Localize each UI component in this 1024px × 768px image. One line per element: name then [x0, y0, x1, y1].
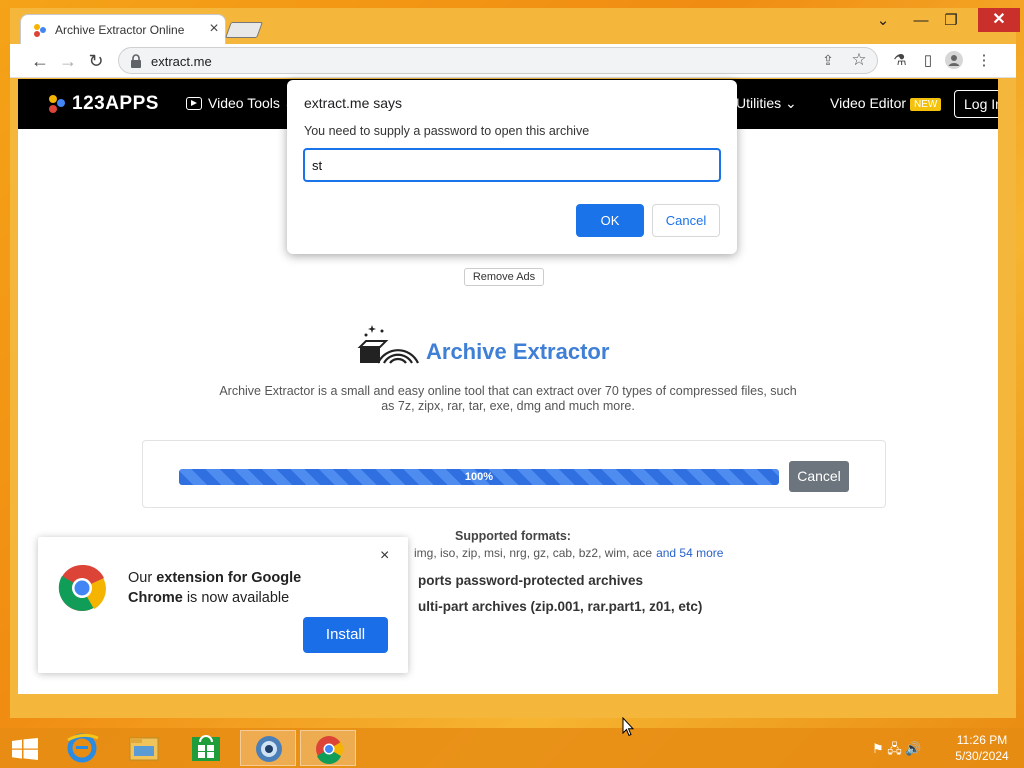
tab-close-icon[interactable]: × — [205, 19, 223, 39]
progress-panel: 100% Cancel — [142, 440, 886, 508]
popup-message: Our extension for Google Chrome is now a… — [128, 568, 338, 608]
video-play-icon — [186, 97, 202, 110]
password-input[interactable] — [303, 148, 721, 182]
close-window-button[interactable]: ✕ — [978, 8, 1020, 32]
clock-time: 11:26 PM — [956, 733, 1008, 747]
progress-bar: 100% — [179, 469, 779, 485]
tab-strip: Archive Extractor Online × ⌄ — ❐ ✕ — [10, 8, 1020, 44]
app-favicon-icon — [34, 24, 46, 37]
extension-promo-popup: Our extension for Google Chrome is now a… — [38, 537, 408, 673]
supported-formats-title: Supported formats: — [455, 529, 571, 543]
minimize-button[interactable]: — — [906, 10, 936, 34]
tab-search-icon[interactable]: ⌄ — [868, 10, 898, 34]
login-button[interactable]: Log In — [954, 90, 998, 118]
logo-dots-icon — [49, 95, 65, 113]
back-icon[interactable]: ← — [28, 49, 52, 73]
tab-archive-extractor[interactable]: Archive Extractor Online × — [20, 14, 226, 44]
progress-label: 100% — [464, 471, 494, 483]
windows-start-icon[interactable] — [12, 738, 38, 760]
ok-button[interactable]: OK — [576, 204, 644, 237]
url-text[interactable]: extract.me — [151, 54, 212, 69]
install-button[interactable]: Install — [303, 617, 388, 653]
reload-icon[interactable]: ↻ — [84, 49, 108, 73]
nav-video-editor-label: Video Editor — [830, 95, 907, 111]
browser-toolbar: ← → ↻ extract.me ⇪ ☆ ⚗ ▯ ⋮ — [10, 44, 1016, 78]
bookmark-star-icon[interactable]: ☆ — [849, 50, 869, 70]
nav-video-tools-label: Video Tools ⌄ — [208, 95, 296, 111]
new-badge: NEW — [910, 98, 942, 111]
profile-avatar-icon[interactable] — [944, 51, 964, 71]
archive-extractor-icon — [357, 325, 419, 364]
dialog-title: extract.me says — [304, 95, 403, 111]
dialog-cancel-button[interactable]: Cancel — [652, 204, 720, 237]
clock-date: 5/30/2024 — [955, 749, 1009, 763]
more-formats-link[interactable]: and 54 more — [656, 546, 723, 560]
app-title: Archive Extractor — [426, 339, 610, 364]
popup-text-pre: Our — [128, 570, 157, 586]
windows-taskbar: ⚑ 🖧 🔊 11:26 PM 5/30/2024 — [0, 728, 1024, 768]
store-taskbar-icon[interactable] — [178, 730, 234, 766]
app-taskbar-icon-active[interactable] — [240, 730, 296, 766]
nav-utilities[interactable]: Utilities ⌄ — [736, 95, 797, 112]
popup-close-icon[interactable]: × — [380, 547, 389, 565]
taskbar-clock[interactable]: 11:26 PM 5/30/2024 — [944, 732, 1020, 764]
system-tray-icons[interactable]: ⚑ 🖧 🔊 — [872, 740, 922, 762]
logo-text: 123APPS — [72, 93, 159, 114]
extension-lab-icon[interactable]: ⚗ — [890, 51, 910, 71]
nav-video-tools[interactable]: Video Tools ⌄ — [186, 95, 296, 112]
tab-title: Archive Extractor Online — [55, 23, 185, 37]
nav-video-editor[interactable]: Video Editor NEW — [830, 95, 942, 111]
cancel-extraction-button[interactable]: Cancel — [789, 461, 849, 492]
address-bar[interactable]: extract.me ⇪ ☆ — [118, 47, 878, 74]
forward-icon[interactable]: → — [56, 49, 80, 73]
chrome-logo-icon — [58, 564, 106, 611]
feature-multipart-archives: ulti-part archives (zip.001, rar.part1, … — [418, 599, 703, 614]
feature-password-archives: ports password-protected archives — [418, 573, 644, 588]
remove-ads-button[interactable]: Remove Ads — [464, 268, 544, 286]
formats-text: img, iso, zip, msi, nrg, gz, cab, bz2, w… — [414, 546, 653, 560]
side-panel-icon[interactable]: ▯ — [918, 51, 938, 71]
share-icon[interactable]: ⇪ — [819, 52, 837, 70]
supported-formats-list: img, iso, zip, msi, nrg, gz, cab, bz2, w… — [414, 546, 723, 560]
popup-text-post: is now available — [182, 590, 290, 606]
app-description: Archive Extractor is a small and easy on… — [219, 384, 797, 413]
lock-icon[interactable] — [129, 53, 143, 69]
dialog-message: You need to supply a password to open th… — [304, 124, 590, 138]
maximize-button[interactable]: ❐ — [936, 10, 966, 34]
chrome-taskbar-icon[interactable] — [300, 730, 356, 766]
mouse-cursor-icon — [622, 717, 634, 737]
file-explorer-taskbar-icon[interactable] — [116, 730, 172, 766]
menu-kebab-icon[interactable]: ⋮ — [974, 51, 994, 71]
password-prompt-dialog: extract.me says You need to supply a pas… — [287, 80, 737, 254]
new-tab-button[interactable] — [225, 22, 263, 38]
internet-explorer-taskbar-icon[interactable] — [54, 730, 110, 766]
